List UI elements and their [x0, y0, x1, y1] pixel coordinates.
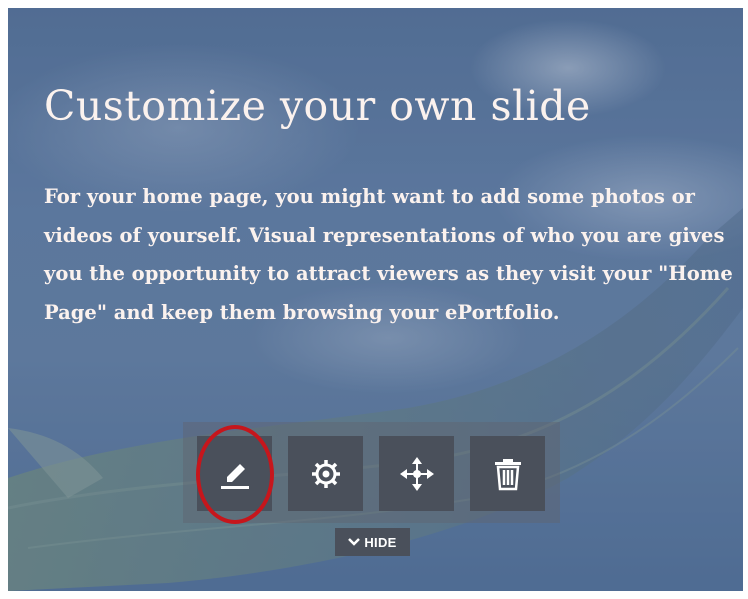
delete-button[interactable]: [470, 436, 545, 511]
edit-button[interactable]: [197, 436, 272, 511]
settings-button[interactable]: [288, 436, 363, 511]
slide-title: Customize your own slide: [44, 82, 591, 130]
hide-label: HIDE: [364, 534, 397, 550]
pencil-icon: [220, 463, 249, 489]
slide-toolbar: [183, 422, 560, 523]
trash-icon: [494, 458, 521, 490]
move-arrows-icon: [399, 456, 434, 491]
chevron-down-icon: [348, 538, 361, 546]
move-button[interactable]: [379, 436, 454, 511]
slide-body-text: For your home page, you might want to ad…: [44, 185, 733, 324]
gear-icon: [311, 459, 340, 488]
hide-toolbar-button[interactable]: HIDE: [335, 528, 410, 556]
